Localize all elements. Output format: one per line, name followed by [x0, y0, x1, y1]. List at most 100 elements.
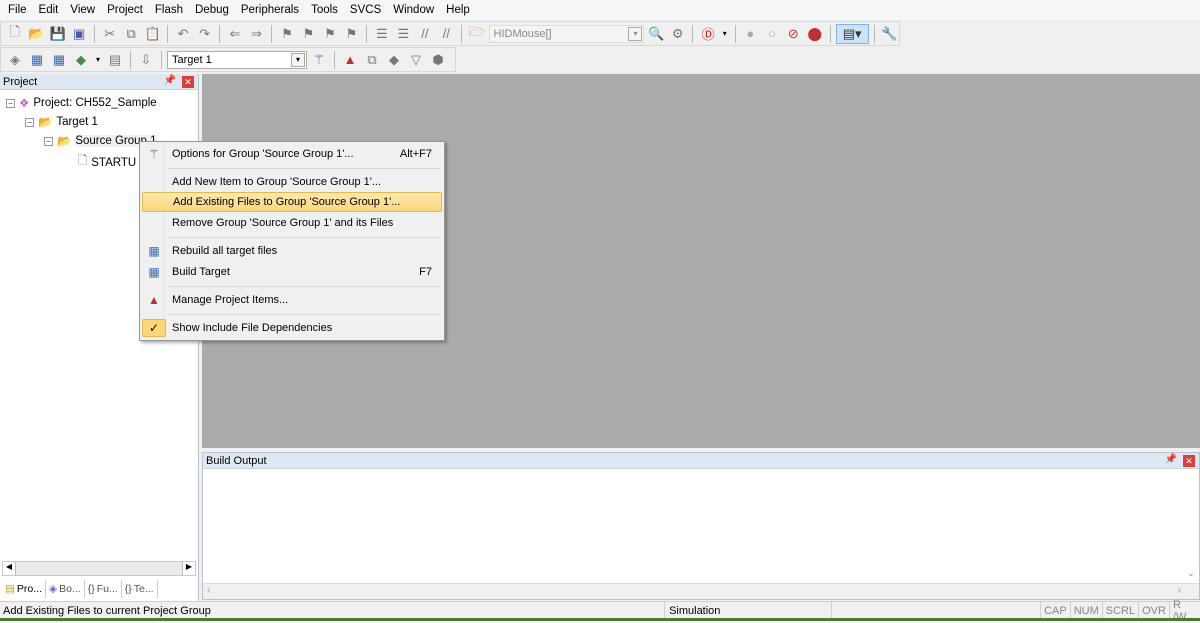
- menu-item-label: Build Target: [172, 266, 230, 278]
- redo-icon[interactable]: ↷: [195, 24, 214, 44]
- scroll-right-icon[interactable]: ›: [1178, 585, 1181, 596]
- output-horizontal-scrollbar[interactable]: ‹ ›: [203, 583, 1199, 599]
- menu-window[interactable]: Window: [387, 4, 440, 16]
- paste-icon[interactable]: 📋: [143, 24, 162, 44]
- unindent-icon[interactable]: ☰: [394, 24, 413, 44]
- stop-build-icon[interactable]: ▤: [105, 50, 125, 70]
- bookmark-prev-icon[interactable]: ⚑: [299, 24, 318, 44]
- menu-edit[interactable]: Edit: [33, 4, 65, 16]
- save-icon[interactable]: 💾: [48, 24, 67, 44]
- uncomment-icon[interactable]: //: [437, 24, 456, 44]
- download-load-icon[interactable]: ⇩: [136, 50, 156, 70]
- new-file-icon[interactable]: 🗋: [5, 24, 24, 44]
- incremental-find-icon[interactable]: 🔍: [646, 24, 665, 44]
- menu-flash[interactable]: Flash: [149, 4, 189, 16]
- menu-item-label: Remove Group 'Source Group 1' and its Fi…: [172, 217, 394, 229]
- menu-item-rebuild-all[interactable]: ▦ Rebuild all target files: [142, 241, 442, 261]
- collapse-icon[interactable]: −: [44, 136, 53, 146]
- tab-books[interactable]: ◈ Bo...: [46, 580, 85, 598]
- menu-item-add-new-item[interactable]: Add New Item to Group 'Source Group 1'..…: [142, 172, 442, 192]
- rebuild-icon[interactable]: ▦: [49, 50, 69, 70]
- breakpoint-insert-icon[interactable]: ●: [741, 24, 760, 44]
- menu-item-add-existing-files[interactable]: Add Existing Files to Group 'Source Grou…: [142, 192, 442, 212]
- find-in-files-icon[interactable]: 🗁: [467, 24, 486, 44]
- bookmark-icon[interactable]: ⚑: [277, 24, 296, 44]
- tab-project[interactable]: ▤ Pro...: [2, 580, 47, 598]
- build-icon[interactable]: ▦: [27, 50, 47, 70]
- menu-item-remove-group[interactable]: Remove Group 'Source Group 1' and its Fi…: [142, 213, 442, 233]
- chevron-down-icon[interactable]: ▾: [628, 26, 643, 41]
- horizontal-scrollbar[interactable]: ◀ ▶: [2, 561, 196, 576]
- project-panel-title: Project: [3, 75, 38, 88]
- tree-item-target[interactable]: − 📂 Target 1: [25, 115, 98, 129]
- collapse-icon[interactable]: −: [6, 98, 15, 108]
- open-folder-icon[interactable]: 📂: [26, 24, 45, 44]
- pack-installer-icon[interactable]: ▽: [406, 50, 426, 70]
- breakpoint-kill-all-icon[interactable]: ⬤: [805, 24, 824, 44]
- separator: [829, 24, 831, 43]
- pin-icon[interactable]: 📌: [164, 75, 176, 86]
- find-combo[interactable]: HIDMouse[] ▾: [488, 24, 645, 43]
- indent-icon[interactable]: ☰: [372, 24, 391, 44]
- manage-items-icon[interactable]: ▲: [340, 50, 360, 70]
- checkmark-icon: ✓: [142, 319, 166, 337]
- menu-file[interactable]: File: [2, 4, 33, 16]
- menu-help[interactable]: Help: [440, 4, 476, 16]
- tree-item-file[interactable]: 🗋 STARTU: [78, 153, 136, 172]
- tree-label: STARTU: [91, 156, 137, 169]
- bookmark-clear-icon[interactable]: ⚑: [342, 24, 361, 44]
- menu-debug[interactable]: Debug: [189, 4, 235, 16]
- close-icon[interactable]: ✕: [182, 76, 194, 88]
- debug-session-icon[interactable]: Ⓓ: [698, 24, 717, 44]
- bookmark-next-icon[interactable]: ⚑: [320, 24, 339, 44]
- target-select-value: Target 1: [172, 53, 212, 66]
- menu-tools[interactable]: Tools: [305, 4, 344, 16]
- separator: [271, 24, 273, 43]
- translate-icon[interactable]: ◈: [5, 50, 25, 70]
- comment-icon[interactable]: //: [415, 24, 434, 44]
- options-wand-icon[interactable]: ⚚: [309, 50, 329, 70]
- menu-svcs[interactable]: SVCS: [344, 4, 387, 16]
- packs-icon[interactable]: ⬢: [428, 50, 448, 70]
- scroll-down-icon[interactable]: ⌄: [1187, 568, 1195, 579]
- configure-wrench-icon[interactable]: 🔧: [880, 24, 899, 44]
- batch-build-icon[interactable]: ◆: [71, 50, 91, 70]
- nav-forward-icon[interactable]: ⇒: [247, 24, 266, 44]
- target-select[interactable]: Target 1 ▾: [167, 50, 307, 69]
- chevron-down-icon[interactable]: ▾: [291, 52, 305, 67]
- tab-label: Bo...: [59, 583, 81, 595]
- scroll-right-icon[interactable]: ▶: [182, 562, 195, 575]
- select-packs-icon[interactable]: ⧉: [362, 50, 382, 70]
- save-all-icon[interactable]: ▣: [69, 24, 88, 44]
- source-browser-icon[interactable]: ⚙: [668, 24, 687, 44]
- menu-item-build-target[interactable]: ▦ Build Target F7: [142, 262, 442, 282]
- scroll-left-icon[interactable]: ‹: [207, 585, 210, 596]
- menu-project[interactable]: Project: [101, 4, 149, 16]
- menu-separator: [168, 168, 440, 169]
- dropdown-arrow-icon[interactable]: ▾: [720, 24, 730, 44]
- file-icon: 🗋: [78, 155, 88, 167]
- copy-icon[interactable]: ⧉: [121, 24, 140, 44]
- project-tab-icon: ▤: [5, 583, 15, 595]
- tab-functions[interactable]: {} Fu...: [85, 580, 122, 598]
- breakpoint-disable-all-icon[interactable]: ⊘: [784, 24, 803, 44]
- project-panel-header: Project 📌 ✕: [0, 74, 198, 90]
- manage-rte-icon[interactable]: ◆: [384, 50, 404, 70]
- undo-icon[interactable]: ↶: [173, 24, 192, 44]
- tree-item-project[interactable]: − ❖ Project: CH552_Sample: [6, 96, 157, 110]
- tab-templates[interactable]: {} Te...: [122, 580, 158, 598]
- nav-back-icon[interactable]: ⇐: [225, 24, 244, 44]
- dropdown-arrow-icon[interactable]: ▾: [93, 50, 103, 70]
- menu-item-show-include-deps[interactable]: ✓ Show Include File Dependencies: [142, 318, 442, 338]
- close-icon[interactable]: ✕: [1183, 455, 1195, 467]
- menu-view[interactable]: View: [64, 4, 101, 16]
- menu-item-options-for-group[interactable]: ⚚ Options for Group 'Source Group 1'... Al…: [142, 144, 442, 164]
- collapse-icon[interactable]: −: [25, 117, 34, 127]
- pin-icon[interactable]: 📌: [1165, 454, 1177, 465]
- window-layout-icon[interactable]: ▤▾: [835, 23, 869, 44]
- cut-icon[interactable]: ✂: [100, 24, 119, 44]
- scroll-left-icon[interactable]: ◀: [3, 562, 16, 575]
- menu-item-manage-project-items[interactable]: ▲ Manage Project Items...: [142, 290, 442, 310]
- menu-peripherals[interactable]: Peripherals: [235, 4, 305, 16]
- breakpoint-enable-icon[interactable]: ○: [762, 24, 781, 44]
